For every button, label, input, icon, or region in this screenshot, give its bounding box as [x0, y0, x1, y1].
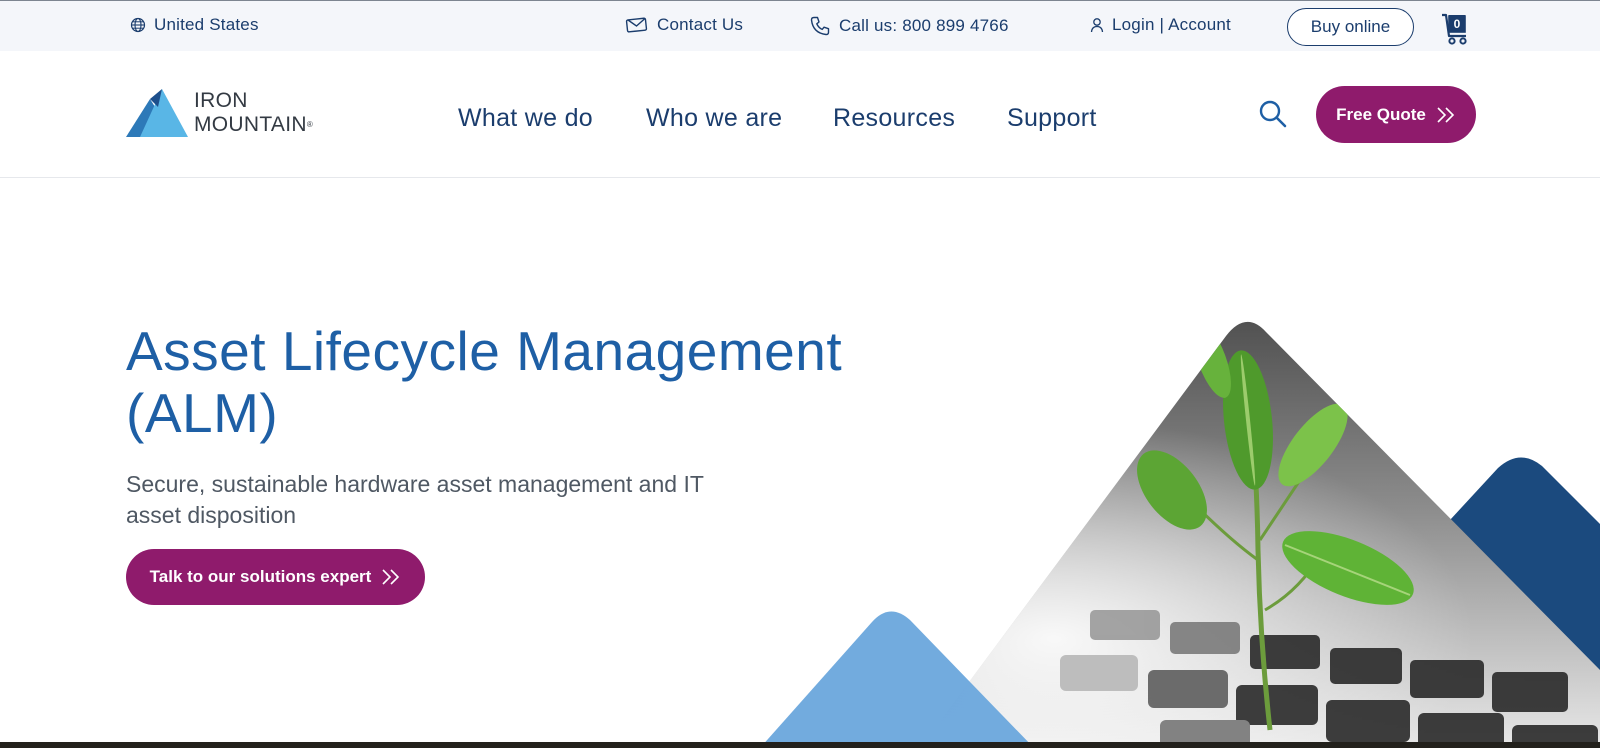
talk-to-expert-label: Talk to our solutions expert — [149, 567, 372, 586]
mountain-logo-icon — [126, 89, 188, 137]
free-quote-button[interactable]: Free Quote — [1316, 86, 1476, 143]
user-icon — [1090, 18, 1104, 33]
call-us-link[interactable]: Call us: 800 899 4766 — [809, 15, 1009, 37]
iron-mountain-logo[interactable]: IRON MOUNTAIN® — [126, 89, 313, 137]
talk-to-expert-button[interactable]: Talk to our solutions expert — [126, 549, 425, 605]
nav-resources[interactable]: Resources — [833, 104, 955, 133]
nav-support[interactable]: Support — [1007, 104, 1097, 133]
logo-line-1: IRON — [194, 89, 248, 112]
bottom-edge-strip — [0, 742, 1600, 748]
nav-what-we-do[interactable]: What we do — [458, 104, 593, 133]
main-navigation: IRON MOUNTAIN® What we do Who we are Res… — [0, 51, 1600, 178]
buy-online-label: Buy online — [1310, 17, 1391, 36]
double-chevron-right-icon — [382, 569, 400, 585]
phone-icon — [810, 16, 830, 36]
globe-icon — [130, 17, 146, 33]
buy-online-button[interactable]: Buy online — [1287, 8, 1414, 46]
logo-wordmark: IRON MOUNTAIN® — [194, 89, 313, 137]
hero-image — [760, 321, 1600, 748]
search-icon[interactable] — [1257, 98, 1289, 130]
login-account-link[interactable]: Login | Account — [1090, 15, 1231, 35]
logo-line-2-text: MOUNTAIN — [194, 113, 307, 136]
double-chevron-right-icon — [1437, 106, 1455, 123]
logo-line-2: MOUNTAIN® — [194, 113, 313, 137]
region-label: United States — [154, 15, 259, 34]
registered-mark: ® — [306, 120, 314, 129]
free-quote-label: Free Quote — [1336, 104, 1426, 124]
call-us-label: Call us: 800 899 4766 — [839, 16, 1009, 35]
nav-who-we-are[interactable]: Who we are — [646, 104, 782, 133]
cart-count-badge: 0 — [1449, 15, 1465, 32]
login-account-label: Login | Account — [1112, 15, 1231, 34]
envelope-icon — [625, 17, 648, 33]
contact-us-link[interactable]: Contact Us — [625, 15, 743, 35]
region-selector[interactable]: United States — [130, 15, 259, 35]
utility-bar: United States Contact Us Call us: 800 89… — [0, 0, 1600, 51]
hero-subtitle: Secure, sustainable hardware asset manag… — [126, 471, 704, 528]
contact-us-label: Contact Us — [657, 15, 744, 34]
